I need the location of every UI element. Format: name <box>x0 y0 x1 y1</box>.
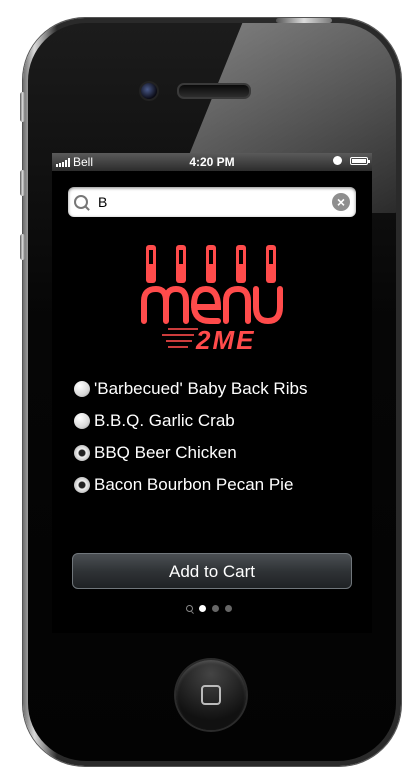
page-dot[interactable] <box>225 605 232 612</box>
page-dot[interactable] <box>212 605 219 612</box>
result-option[interactable]: 'Barbecued' Baby Back Ribs <box>74 373 364 405</box>
home-button[interactable] <box>176 660 246 730</box>
result-label: 'Barbecued' Baby Back Ribs <box>94 379 308 398</box>
search-bar[interactable]: × <box>68 187 356 217</box>
add-to-cart-button[interactable]: Add to Cart <box>72 553 352 589</box>
volume-up-button <box>20 170 25 196</box>
status-time: 4:20 PM <box>189 155 235 169</box>
spotlight-search-icon[interactable] <box>186 605 193 612</box>
page-dot[interactable] <box>199 605 206 612</box>
search-icon <box>74 195 88 209</box>
status-bar: Bell 4:20 PM <box>52 153 372 171</box>
app-screen: Bell 4:20 PM × <box>52 153 372 633</box>
result-label: B.B.Q. Garlic Crab <box>94 411 235 430</box>
radio-selected-icon[interactable] <box>74 477 90 493</box>
battery-icon <box>350 156 370 165</box>
sleep-button <box>276 18 332 23</box>
front-camera-icon <box>139 81 159 101</box>
result-option[interactable]: B.B.Q. Garlic Crab <box>74 405 364 437</box>
result-option[interactable]: Bacon Bourbon Pecan Pie <box>74 469 364 501</box>
radio-unselected-icon[interactable] <box>74 381 90 397</box>
result-label: Bacon Bourbon Pecan Pie <box>94 475 294 494</box>
clear-search-button[interactable]: × <box>332 193 350 211</box>
menu-2me-logo: 2ME <box>141 245 283 353</box>
radio-unselected-icon[interactable] <box>74 413 90 429</box>
result-label: BBQ Beer Chicken <box>94 443 237 462</box>
result-option[interactable]: BBQ Beer Chicken <box>74 437 364 469</box>
orientation-lock-icon <box>333 156 342 165</box>
logo-2me-text: 2ME <box>195 325 255 353</box>
page-indicator[interactable] <box>186 605 232 612</box>
home-square-icon <box>201 685 221 705</box>
earpiece-speaker <box>177 83 251 99</box>
volume-down-button <box>20 234 25 260</box>
search-input[interactable] <box>96 193 332 211</box>
ringer-switch <box>20 92 25 122</box>
status-icons <box>333 156 370 165</box>
results-list: 'Barbecued' Baby Back Ribs B.B.Q. Garlic … <box>74 373 364 501</box>
radio-selected-icon[interactable] <box>74 445 90 461</box>
